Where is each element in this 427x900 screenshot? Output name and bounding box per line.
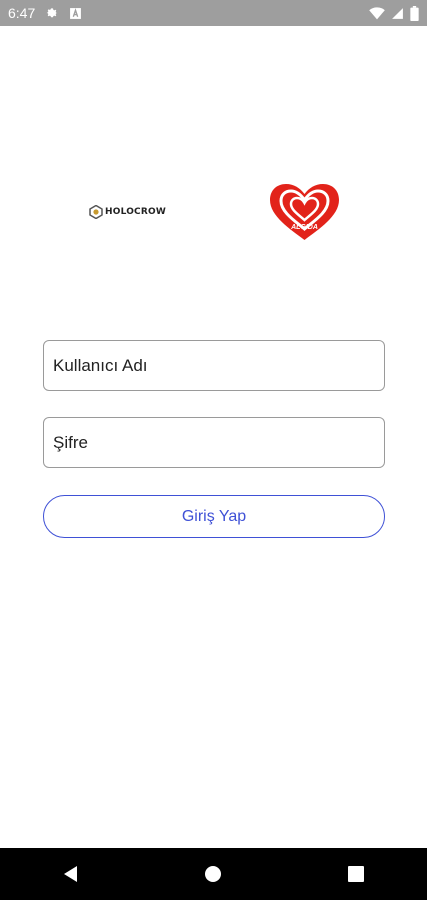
- username-field[interactable]: [43, 340, 385, 391]
- holocrow-wordmark: HOLOCROW: [105, 207, 166, 217]
- gear-icon: [45, 6, 59, 20]
- holocrow-logo: HOLOCROW: [89, 205, 166, 219]
- a-box-icon: [69, 7, 82, 20]
- recents-icon: [347, 866, 364, 882]
- navigation-bar: [0, 848, 427, 900]
- algida-logo: ALGIDA: [268, 183, 341, 246]
- algida-wordmark: ALGIDA: [290, 224, 318, 231]
- status-time: 6:47: [8, 5, 36, 21]
- back-icon: [64, 866, 78, 882]
- back-button[interactable]: [41, 848, 101, 900]
- login-button[interactable]: Giriş Yap: [43, 495, 385, 538]
- password-input[interactable]: [44, 418, 384, 467]
- home-button[interactable]: [183, 848, 243, 900]
- status-bar: 6:47: [0, 0, 427, 26]
- username-input[interactable]: [44, 341, 384, 390]
- home-icon: [205, 866, 222, 882]
- password-field[interactable]: [43, 417, 385, 468]
- signal-icon: [391, 7, 404, 20]
- wifi-icon: [369, 6, 385, 20]
- login-button-label: Giriş Yap: [181, 507, 247, 525]
- holocrow-mark-icon: [89, 205, 103, 219]
- recents-button[interactable]: [326, 848, 386, 900]
- battery-icon: [410, 5, 419, 21]
